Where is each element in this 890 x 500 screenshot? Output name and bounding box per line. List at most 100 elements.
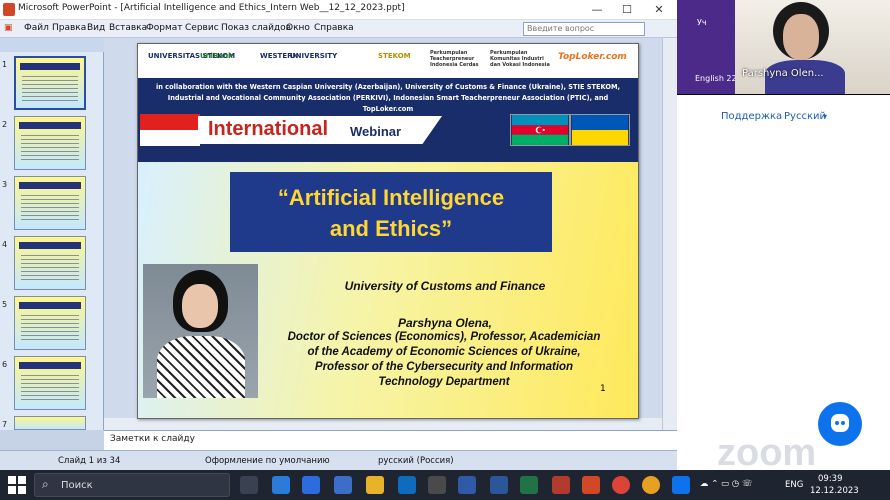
chat-icon (831, 414, 849, 432)
indonesia-flag (140, 114, 200, 146)
logo: Perkumpulan Teacherpreneur Indonesia Cer… (430, 50, 479, 68)
app-icon[interactable] (428, 476, 446, 494)
windows-start-icon[interactable] (8, 476, 26, 494)
slide-thumbnail[interactable] (14, 176, 86, 230)
current-slide[interactable]: UNIVERSITAS STEKOM UniRank WESTERN UNIVE… (137, 43, 639, 419)
logo: UNIVERSITY (290, 52, 338, 60)
tray-icons[interactable]: ☁ ⌃ ▭ ◷ ☏ (700, 479, 753, 489)
status-design: Оформление по умолчанию (205, 456, 330, 466)
international-webinar-banner: International Webinar (198, 116, 442, 144)
menu-help[interactable]: Справка (314, 23, 354, 33)
title-line-1: “Artificial Intelligence (277, 185, 505, 210)
search-icon: ⌕ (42, 477, 49, 491)
logo: Perkumpulan Komunitas Industri dan Vokas… (490, 50, 550, 68)
maximize-button[interactable]: ☐ (614, 2, 640, 18)
speaker-desc-3: Professor of the Cybersecurity and Infor… (314, 361, 574, 373)
slide-thumbnail[interactable] (14, 116, 86, 170)
close-button[interactable]: ✕ (646, 2, 672, 18)
chrome-icon[interactable] (612, 476, 630, 494)
status-language: русский (Россия) (378, 456, 454, 466)
app-icon[interactable] (552, 476, 570, 494)
input-language[interactable]: ENG (785, 480, 803, 490)
slide-thumbnail[interactable] (14, 236, 86, 290)
ukraine-flag (570, 114, 630, 146)
menu-edit[interactable]: Правка (52, 23, 86, 33)
thumb-number: 4 (2, 240, 8, 249)
powerpoint-icon[interactable] (582, 476, 600, 494)
slide-number: 1 (600, 384, 606, 394)
browser-tile[interactable]: Уч English 22 (677, 0, 737, 94)
slide-thumbnail[interactable] (14, 296, 86, 350)
zoom-logo: zoom (717, 432, 817, 474)
slide-thumbnail[interactable] (14, 56, 86, 110)
file-explorer-icon[interactable] (366, 476, 384, 494)
international-label: International (208, 118, 329, 140)
participant-video[interactable] (735, 0, 890, 94)
window-title: Microsoft PowerPoint - [Artificial Intel… (18, 3, 405, 13)
speaker-name: Parshyna Olena, (397, 316, 493, 330)
thumb-number: 7 (2, 420, 8, 429)
window-title-bar: Microsoft PowerPoint - [Artificial Intel… (0, 0, 677, 20)
slide-thumbnail-pane: 1 2 3 4 5 6 7 (0, 38, 104, 430)
partner-logos: UNIVERSITAS STEKOM UniRank WESTERN UNIVE… (138, 44, 638, 78)
menu-insert[interactable]: Вставка (109, 23, 147, 33)
menu-tools[interactable]: Сервис (185, 23, 219, 33)
app-icon[interactable] (302, 476, 320, 494)
menu-window[interactable]: Окно (286, 23, 310, 33)
speaker-photo (143, 264, 258, 398)
minimize-button[interactable]: — (584, 2, 610, 18)
english-label: English 22 (695, 74, 737, 83)
outline-tabs[interactable] (0, 38, 104, 52)
slide-title: “Artificial Intelligence and Ethics” (230, 182, 552, 244)
logo: UniRank (200, 52, 233, 60)
thumb-number: 3 (2, 180, 8, 189)
status-bar: Слайд 1 из 34 Оформление по умолчанию ру… (0, 450, 677, 470)
search-label: Поиск (61, 480, 93, 491)
menu-format[interactable]: Формат (146, 23, 183, 33)
menu-view[interactable]: Вид (87, 23, 105, 33)
speaker-desc-2: of the Academy of Economic Sciences of U… (307, 346, 581, 358)
menu-slideshow[interactable]: Показ слайдов (221, 23, 291, 33)
title-box: “Artificial Intelligence and Ethics” (230, 172, 552, 252)
logo: TopLoker.com (558, 52, 627, 62)
chrome-icon[interactable] (642, 476, 660, 494)
thumb-number: 6 (2, 360, 8, 369)
word-icon[interactable] (490, 476, 508, 494)
edge-icon[interactable] (272, 476, 290, 494)
slide-thumbnail[interactable] (14, 356, 86, 410)
notes-pane[interactable]: Заметки к слайду (104, 430, 677, 450)
question-input[interactable]: Введите вопрос (523, 22, 645, 36)
thumb-number: 1 (2, 60, 8, 69)
powerpoint-icon (3, 3, 15, 16)
menu-file[interactable]: Файл (24, 23, 49, 33)
small-tile-label: Уч (697, 18, 707, 27)
zoom-window: Уч English 22 Parshyna Olen... Поддержка… (677, 0, 890, 474)
app-icon[interactable] (458, 476, 476, 494)
language-select[interactable]: Русский (784, 111, 826, 122)
chat-bot-button[interactable] (818, 402, 862, 446)
azerbaijan-flag (510, 114, 570, 146)
app-icon[interactable] (334, 476, 352, 494)
clock-time: 09:39 (818, 474, 843, 484)
video-strip: Уч English 22 Parshyna Olen... (677, 0, 890, 95)
speaker-desc-1: Doctor of Sciences (Economics), Professo… (287, 331, 601, 343)
status-slide-count: Слайд 1 из 34 (58, 456, 121, 466)
windows-taskbar: ⌕ Поиск ☁ ⌃ ▭ ◷ ☏ ENG 09:39 12.12.2023 (0, 470, 890, 500)
chevron-down-icon[interactable]: ▾ (823, 112, 827, 121)
slide-thumbnail[interactable] (14, 416, 86, 430)
thumb-number: 5 (2, 300, 8, 309)
horizontal-scrollbar[interactable] (104, 418, 662, 430)
vertical-scrollbar[interactable] (662, 38, 677, 430)
participant-name: Parshyna Olen... (742, 68, 824, 79)
mail-icon[interactable] (398, 476, 416, 494)
slide-body: “Artificial Intelligence and Ethics” Uni… (138, 162, 638, 418)
excel-icon[interactable] (520, 476, 538, 494)
zoom-icon[interactable] (672, 476, 690, 494)
menu-app-icon[interactable]: ▣ (4, 23, 13, 33)
thumb-number: 2 (2, 120, 8, 129)
task-view-icon[interactable] (240, 476, 258, 494)
clock-date: 12.12.2023 (810, 486, 859, 496)
notes-placeholder: Заметки к слайду (110, 434, 195, 444)
taskbar-search[interactable]: ⌕ Поиск (34, 473, 230, 497)
support-link[interactable]: Поддержка (721, 111, 782, 122)
